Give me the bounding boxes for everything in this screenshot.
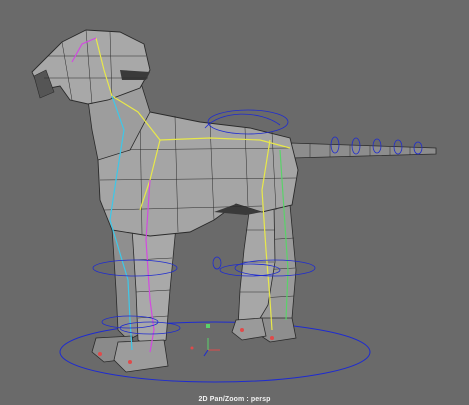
tail (289, 136, 437, 159)
scene-render[interactable] (0, 0, 469, 405)
axis-gizmo-icon (203, 324, 220, 357)
maya-viewport[interactable]: 2D Pan/Zoom : persp (0, 0, 469, 405)
head (31, 29, 151, 161)
viewport-hud-label: 2D Pan/Zoom : persp (198, 396, 271, 403)
